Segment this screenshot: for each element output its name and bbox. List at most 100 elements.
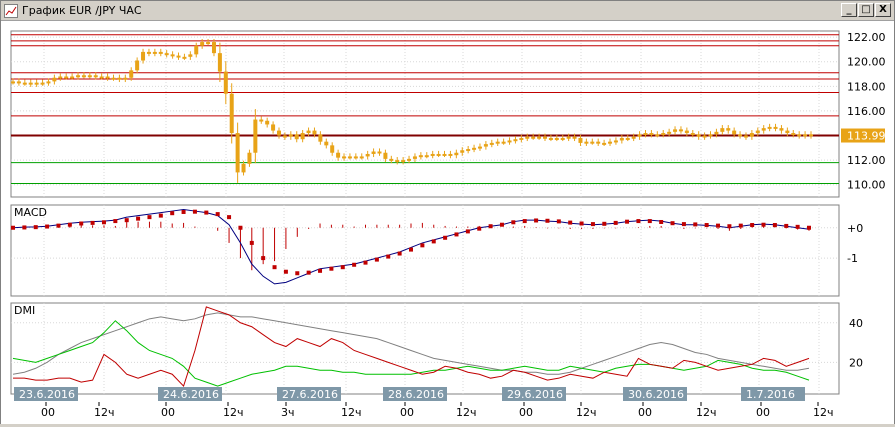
macd-signal-point <box>761 222 766 227</box>
title-bar[interactable]: График EUR /JPY ЧАС _ □ X <box>1 1 894 21</box>
candle-body <box>625 137 630 140</box>
candle-body <box>726 128 731 131</box>
macd-signal-point <box>750 223 755 228</box>
candle-body <box>99 76 104 79</box>
macd-signal-point <box>295 271 300 276</box>
macd-signal-point <box>181 209 186 214</box>
macd-signal-point <box>67 222 72 227</box>
candle-body <box>596 141 601 144</box>
candle-body <box>424 155 429 158</box>
hour-label: 12ч <box>576 406 597 419</box>
macd-signal-point <box>33 225 38 230</box>
candle-body <box>454 152 459 156</box>
candle-body <box>40 82 45 85</box>
candle-body <box>702 135 707 138</box>
candle-body <box>803 134 808 137</box>
price-tick-label: 118.00 <box>847 80 886 93</box>
maximize-button[interactable]: □ <box>858 3 874 17</box>
candle-body <box>342 156 347 159</box>
candle-body <box>111 77 116 80</box>
candle-body <box>395 160 400 163</box>
candle-body <box>336 152 341 158</box>
candle-body <box>235 133 240 173</box>
macd-signal-point <box>374 257 379 262</box>
chart-svg[interactable]: 122.00120.00118.00116.00114.00112.00110.… <box>1 22 894 424</box>
macd-signal-point <box>511 220 516 225</box>
candle-body <box>123 77 128 80</box>
candle-body <box>537 136 542 139</box>
candle-body <box>566 136 571 139</box>
macd-signal-point <box>795 224 800 229</box>
candle-body <box>661 133 666 136</box>
candle-body <box>483 144 488 147</box>
candle-body <box>714 131 719 135</box>
candle-body <box>430 153 435 156</box>
macd-signal-point <box>238 225 243 230</box>
macd-signal-point <box>90 220 95 225</box>
candle-body <box>608 141 613 144</box>
candle-body <box>93 75 98 78</box>
candle-body <box>773 126 778 129</box>
candle-body <box>318 134 323 142</box>
macd-signal-point <box>443 235 448 240</box>
candle-body <box>271 124 276 131</box>
candle-body <box>519 137 524 140</box>
candle-body <box>52 77 57 82</box>
date-label: 30.6.2016 <box>628 388 684 401</box>
candle-body <box>206 42 211 45</box>
macd-signal-point <box>693 222 698 227</box>
macd-signal-point <box>534 218 539 223</box>
candle-body <box>247 152 252 164</box>
candle-body <box>253 119 258 153</box>
macd-signal-point <box>56 223 61 228</box>
candle-body <box>749 133 754 137</box>
panel-macd <box>10 204 840 297</box>
candle-body <box>383 152 388 159</box>
candle-body <box>543 136 547 139</box>
macd-signal-point <box>431 239 436 244</box>
date-label: 29.6.2016 <box>507 388 563 401</box>
candle-body <box>684 130 689 134</box>
macd-signal-point <box>647 219 652 224</box>
candle-body <box>22 82 27 85</box>
candle-body <box>472 147 477 150</box>
price-tick-label: 110.00 <box>847 179 886 192</box>
hour-label: 12ч <box>94 406 115 419</box>
candle-body <box>767 126 772 129</box>
candle-body <box>81 75 86 78</box>
hour-label: 3ч <box>281 406 295 419</box>
candle-body <box>495 141 500 144</box>
date-label: 23.6.2016 <box>19 388 75 401</box>
candle-body <box>548 137 553 140</box>
macd-signal-point <box>454 232 459 237</box>
candle-body <box>809 134 813 137</box>
candle-body <box>170 54 175 57</box>
macd-signal-point <box>545 218 550 223</box>
macd-signal-point <box>636 219 641 224</box>
candle-body <box>359 156 364 159</box>
candle-body <box>58 76 63 79</box>
candle-body <box>229 93 234 134</box>
macd-signal-point <box>397 251 402 256</box>
dmi-tick-label: 40 <box>849 317 863 330</box>
candle-body <box>708 134 713 137</box>
macd-signal-point <box>136 216 141 221</box>
candle-body <box>64 76 69 79</box>
candle-body <box>667 131 672 134</box>
window-title: График EUR /JPY ЧАС <box>22 4 142 17</box>
candle-body <box>418 155 423 158</box>
macd-signal-point <box>522 219 527 224</box>
chart-area[interactable]: 122.00120.00118.00116.00114.00112.00110.… <box>1 22 894 424</box>
candle-body <box>194 45 199 55</box>
macd-signal-point <box>568 220 573 225</box>
macd-signal-point <box>158 213 163 218</box>
price-tick-label: 122.00 <box>847 31 886 44</box>
macd-title: MACD <box>14 206 47 219</box>
minimize-button[interactable]: _ <box>841 3 857 17</box>
candle-body <box>696 134 701 137</box>
date-label: 24.6.2016 <box>163 388 219 401</box>
macd-signal-point <box>613 220 618 225</box>
close-button[interactable]: X <box>875 3 891 17</box>
candle-body <box>785 130 790 134</box>
candle-body <box>655 134 660 137</box>
